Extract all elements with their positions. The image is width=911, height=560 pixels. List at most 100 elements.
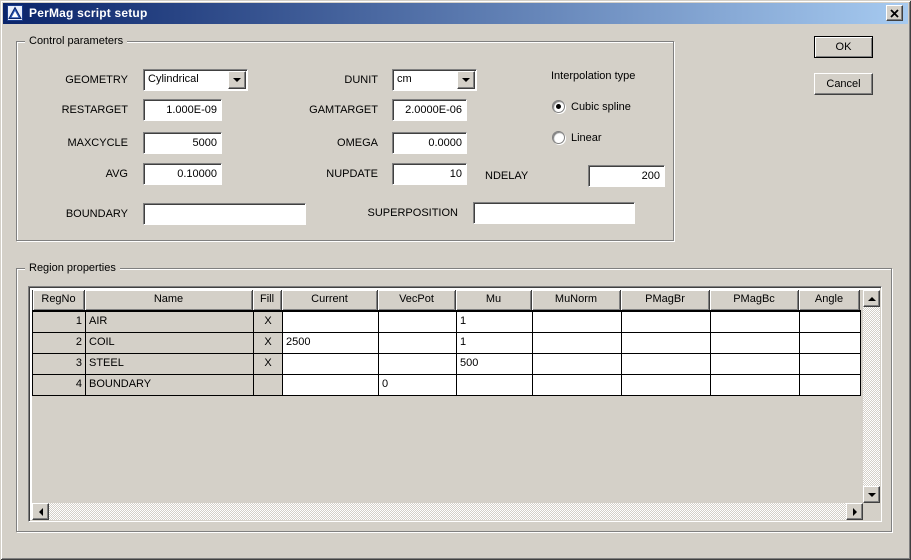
grid-cell[interactable] xyxy=(800,375,861,396)
grid-cell[interactable] xyxy=(533,312,622,333)
grid-cell[interactable] xyxy=(254,375,283,396)
dunit-value: cm xyxy=(397,70,456,90)
omega-label: OMEGA xyxy=(280,132,378,154)
grid-cell[interactable] xyxy=(379,312,457,333)
vertical-scrollbar[interactable] xyxy=(863,290,880,503)
grid-cell[interactable]: X xyxy=(254,312,283,333)
omega-input[interactable] xyxy=(392,132,467,154)
grid-cell[interactable]: BOUNDARY xyxy=(86,375,254,396)
scroll-down-button[interactable] xyxy=(863,486,880,503)
gamtarget-input[interactable] xyxy=(392,99,467,121)
table-row: 2 COIL X 2500 1 xyxy=(33,333,861,354)
dunit-combobox[interactable]: cm xyxy=(392,69,477,91)
grid-cell[interactable] xyxy=(283,354,379,375)
geometry-dropdown-button[interactable] xyxy=(228,71,246,89)
grid-cell[interactable]: 500 xyxy=(457,354,533,375)
interpolation-type-label: Interpolation type xyxy=(551,70,635,82)
window-title: PerMag script setup xyxy=(29,3,148,24)
grid-cell[interactable] xyxy=(711,354,800,375)
geometry-label: GEOMETRY xyxy=(20,69,128,91)
grid-cell[interactable]: 1 xyxy=(457,312,533,333)
grid-cell[interactable] xyxy=(711,375,800,396)
close-button[interactable] xyxy=(886,5,903,21)
column-header-current: Current xyxy=(282,290,378,310)
grid-cell[interactable]: X xyxy=(254,354,283,375)
avg-input[interactable] xyxy=(143,163,222,185)
grid-cell[interactable]: 0 xyxy=(379,375,457,396)
grid-cell[interactable] xyxy=(622,333,711,354)
nupdate-input[interactable] xyxy=(392,163,467,185)
grid-cell[interactable] xyxy=(533,375,622,396)
grid-cell[interactable]: 3 xyxy=(33,354,86,375)
region-properties-legend: Region properties xyxy=(25,262,120,274)
cancel-button[interactable]: Cancel xyxy=(814,73,873,95)
titlebar[interactable]: PerMag script setup xyxy=(3,3,908,24)
nupdate-label: NUPDATE xyxy=(280,163,378,185)
grid-cell[interactable]: 2500 xyxy=(283,333,379,354)
grid-cell[interactable] xyxy=(800,354,861,375)
scroll-up-button[interactable] xyxy=(863,290,880,307)
maxcycle-input[interactable] xyxy=(143,132,222,154)
restarget-input[interactable] xyxy=(143,99,222,121)
chevron-down-icon xyxy=(462,78,470,86)
superposition-input[interactable] xyxy=(473,202,635,224)
grid-cell[interactable]: AIR xyxy=(86,312,254,333)
column-header-regno: RegNo xyxy=(32,290,85,310)
table-row: 4 BOUNDARY 0 xyxy=(33,375,861,396)
ndelay-input[interactable] xyxy=(588,165,665,187)
region-grid: RegNo Name Fill Current VecPot Mu MuNorm… xyxy=(32,290,861,396)
grid-cell[interactable] xyxy=(800,312,861,333)
avg-label: AVG xyxy=(20,163,128,185)
ndelay-label: NDELAY xyxy=(485,165,528,187)
grid-cell[interactable]: COIL xyxy=(86,333,254,354)
grid-cell[interactable] xyxy=(711,312,800,333)
grid-cell[interactable] xyxy=(283,375,379,396)
grid-header-row: RegNo Name Fill Current VecPot Mu MuNorm… xyxy=(32,290,861,310)
grid-cell[interactable]: 1 xyxy=(457,333,533,354)
column-header-munorm: MuNorm xyxy=(532,290,621,310)
cubic-spline-label: Cubic spline xyxy=(571,101,631,113)
grid-cell[interactable] xyxy=(711,333,800,354)
grid-cell[interactable]: X xyxy=(254,333,283,354)
column-header-pmagbc: PMagBc xyxy=(710,290,799,310)
geometry-combobox[interactable]: Cylindrical xyxy=(143,69,248,91)
radio-button-icon[interactable] xyxy=(552,100,565,113)
grid-cell[interactable]: 4 xyxy=(33,375,86,396)
scroll-left-button[interactable] xyxy=(32,503,49,520)
scroll-right-button[interactable] xyxy=(846,503,863,520)
ok-button[interactable]: OK xyxy=(814,36,873,58)
grid-cell[interactable] xyxy=(533,354,622,375)
grid-cell[interactable] xyxy=(533,333,622,354)
table-row: 3 STEEL X 500 xyxy=(33,354,861,375)
grid-cell[interactable] xyxy=(283,312,379,333)
grid-cell[interactable] xyxy=(622,354,711,375)
grid-cell[interactable] xyxy=(622,312,711,333)
grid-cell[interactable] xyxy=(622,375,711,396)
linear-label: Linear xyxy=(571,132,602,144)
close-icon xyxy=(890,9,899,18)
restarget-label: RESTARGET xyxy=(20,99,128,121)
dunit-label: DUNIT xyxy=(280,69,378,91)
column-header-fill: Fill xyxy=(253,290,282,310)
superposition-label: SUPERPOSITION xyxy=(330,202,458,224)
horizontal-scrollbar[interactable] xyxy=(32,503,863,520)
grid-body: 1 AIR X 1 2 COIL X xyxy=(32,310,861,396)
radio-cubic-spline[interactable]: Cubic spline xyxy=(552,100,631,113)
column-header-vecpot: VecPot xyxy=(378,290,456,310)
grid-cell[interactable]: STEEL xyxy=(86,354,254,375)
maxcycle-label: MAXCYCLE xyxy=(20,132,128,154)
gamtarget-label: GAMTARGET xyxy=(280,99,378,121)
radio-button-icon[interactable] xyxy=(552,131,565,144)
grid-cell[interactable] xyxy=(800,333,861,354)
arrow-left-icon xyxy=(35,508,43,516)
grid-cell[interactable]: 1 xyxy=(33,312,86,333)
dunit-dropdown-button[interactable] xyxy=(457,71,475,89)
grid-cell[interactable] xyxy=(379,333,457,354)
grid-cell[interactable] xyxy=(457,375,533,396)
boundary-input[interactable] xyxy=(143,203,306,225)
radio-linear[interactable]: Linear xyxy=(552,131,602,144)
table-row: 1 AIR X 1 xyxy=(33,312,861,333)
grid-cell[interactable]: 2 xyxy=(33,333,86,354)
column-header-pmagbr: PMagBr xyxy=(621,290,710,310)
grid-cell[interactable] xyxy=(379,354,457,375)
